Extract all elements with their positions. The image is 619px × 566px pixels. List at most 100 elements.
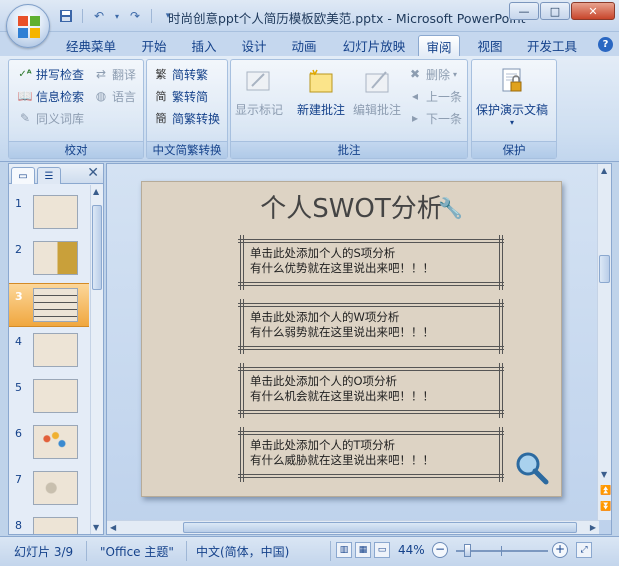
outline-tab-icon[interactable]: ☰ [37,167,61,184]
language-globe-icon: ◍ [95,89,107,103]
to-traditional-button[interactable]: 繁 简转繁 [153,64,209,84]
swot-strengths-box[interactable]: 单击此处添加个人的S项分析 有什么优势就在这里说出来吧！！！ [238,235,504,290]
swot-weaknesses-box[interactable]: 单击此处添加个人的W项分析 有什么弱势就在这里说出来吧！！！ [238,299,504,354]
normal-view-icon[interactable]: ▥ [336,542,352,558]
delete-comment-icon: ✖ [409,67,421,81]
show-markup-button[interactable]: 显示标记 [235,64,283,118]
swot-line: 有什么威胁就在这里说出来吧！！！ [250,453,434,467]
research-button[interactable]: 📖 信息检索 [17,86,85,106]
spell-check-button[interactable]: ✓ᴬ 拼写检查 [17,64,84,84]
show-markup-icon [242,64,276,98]
undo-icon[interactable]: ↶ [89,7,109,25]
slide-preview [33,517,78,534]
scroll-up-icon[interactable]: ▲ [93,187,99,196]
undo-dropdown-icon[interactable]: ▾ [113,7,121,25]
scrollbar-thumb[interactable] [183,522,577,533]
main-vertical-scrollbar[interactable]: ▲ ▼ ⏫ ⏬ [597,164,611,520]
thesaurus-button[interactable]: ✎ 同义词库 [17,108,84,128]
slide-title[interactable]: 个人SWOT分析 [142,188,561,225]
slide-number: 6 [15,427,22,440]
tab-review[interactable]: 审阅 [418,35,460,56]
minimize-button[interactable]: — [509,2,539,20]
scroll-up-icon[interactable]: ▲ [601,166,607,175]
scroll-down-icon[interactable]: ▼ [601,470,607,479]
group-label-comments: 批注 [231,141,467,158]
slide-sorter-icon[interactable]: ▦ [355,542,371,558]
zoom-slider-handle[interactable] [464,544,471,557]
slide-thumbnail[interactable]: 2 [9,237,89,281]
next-slide-icon[interactable]: ⏬ [600,502,611,512]
swot-text: 单击此处添加个人的W项分析 有什么弱势就在这里说出来吧！！！ [250,310,434,340]
scrollbar-thumb[interactable] [599,255,610,283]
language-button[interactable]: ◍ 语言 [93,86,136,106]
tab-classic-menu[interactable]: 经典菜单 [60,35,122,56]
scroll-down-icon[interactable]: ▼ [93,523,99,532]
scrollbar-thumb[interactable] [92,205,102,290]
next-comment-button[interactable]: ▸ 下一条 [407,108,462,128]
tab-slide-show[interactable]: 幻灯片放映 [336,35,412,56]
tab-view[interactable]: 视图 [470,35,510,56]
swot-text: 单击此处添加个人的T项分析 有什么威胁就在这里说出来吧！！！ [250,438,434,468]
slides-tab-icon[interactable]: ▭ [11,167,35,184]
slide-thumbnail-selected[interactable]: 3 [9,283,89,327]
slide-thumbnail[interactable]: 6 [9,421,89,465]
thesaurus-label: 同义词库 [36,111,85,126]
previous-comment-button[interactable]: ◂ 上一条 [407,86,462,106]
tab-developer[interactable]: 开发工具 [522,35,582,56]
tab-insert[interactable]: 插入 [184,35,224,56]
tab-home[interactable]: 开始 [134,35,174,56]
save-icon[interactable] [56,7,76,25]
slide-preview [33,241,78,275]
swot-opportunities-box[interactable]: 单击此处添加个人的O项分析 有什么机会就在这里说出来吧！！！ [238,363,504,418]
slides-pane-scrollbar[interactable]: ▲ ▼ [90,185,103,534]
slide-thumbnail[interactable]: 4 [9,329,89,373]
slide-thumbnail[interactable]: 8 [9,513,89,534]
swot-line: 单击此处添加个人的T项分析 [250,438,396,452]
office-button[interactable] [6,4,50,48]
zoom-out-icon[interactable]: − [432,542,448,558]
chevron-down-icon: ▾ [510,118,515,127]
magnifier-icon [514,450,550,493]
swot-threats-box[interactable]: 单击此处添加个人的T项分析 有什么威胁就在这里说出来吧！！！ [238,427,504,482]
traditional-char-icon: 繁 [155,68,167,81]
wrench-icon: 🔧 [438,196,463,220]
scroll-left-icon[interactable]: ◀ [110,523,116,532]
status-divider [86,541,87,561]
delete-comment-label: 删除 [426,67,451,82]
slides-pane-tabs: ▭ ☰ ✕ [9,164,103,184]
new-comment-button[interactable]: 新建批注 [297,64,345,118]
maximize-button[interactable]: □ [540,2,570,20]
current-slide[interactable]: 个人SWOT分析 🔧 单击此处添加个人的S项分析 有什么优势就在这里说出来吧！！… [141,181,562,497]
fit-to-window-icon[interactable]: ⤢ [576,542,592,558]
swot-line: 单击此处添加个人的S项分析 [250,246,396,260]
delete-comment-button[interactable]: ✖ 删除 ▾ [407,64,457,84]
group-label-proofing: 校对 [9,141,143,158]
previous-slide-icon[interactable]: ⏫ [600,486,611,496]
main-horizontal-scrollbar[interactable]: ◀ ▶ [107,520,599,534]
translate-button[interactable]: ⇄ 翻译 [93,64,136,84]
help-icon[interactable]: ? [598,37,613,52]
slide-thumbnail[interactable]: 1 [9,191,89,235]
language-status[interactable]: 中文(简体，中国) [196,543,289,560]
tab-design[interactable]: 设计 [234,35,274,56]
chinese-conversion-button[interactable]: 簡 简繁转换 [153,108,221,128]
next-comment-label: 下一条 [426,111,463,126]
slide-show-icon[interactable]: ▭ [374,542,390,558]
slide-preview [33,195,78,229]
tab-animations[interactable]: 动画 [284,35,324,56]
edit-comment-button[interactable]: 编辑批注 [353,64,401,118]
qat-divider [82,9,83,23]
close-button[interactable]: ✕ [571,2,615,20]
theme-name[interactable]: "Office 主题" [100,543,174,560]
status-divider [186,541,187,561]
protect-presentation-button[interactable]: 保护演示文稿 ▾ [476,64,548,127]
translate-icon: ⇄ [95,67,107,81]
scroll-right-icon[interactable]: ▶ [590,523,596,532]
close-icon[interactable]: ✕ [87,165,99,181]
to-simplified-button[interactable]: 简 繁转简 [153,86,209,106]
redo-icon[interactable]: ↷ [125,7,145,25]
slide-thumbnail[interactable]: 5 [9,375,89,419]
zoom-level[interactable]: 44% [398,543,425,557]
zoom-in-icon[interactable]: + [552,542,568,558]
slide-thumbnail[interactable]: 7 [9,467,89,511]
